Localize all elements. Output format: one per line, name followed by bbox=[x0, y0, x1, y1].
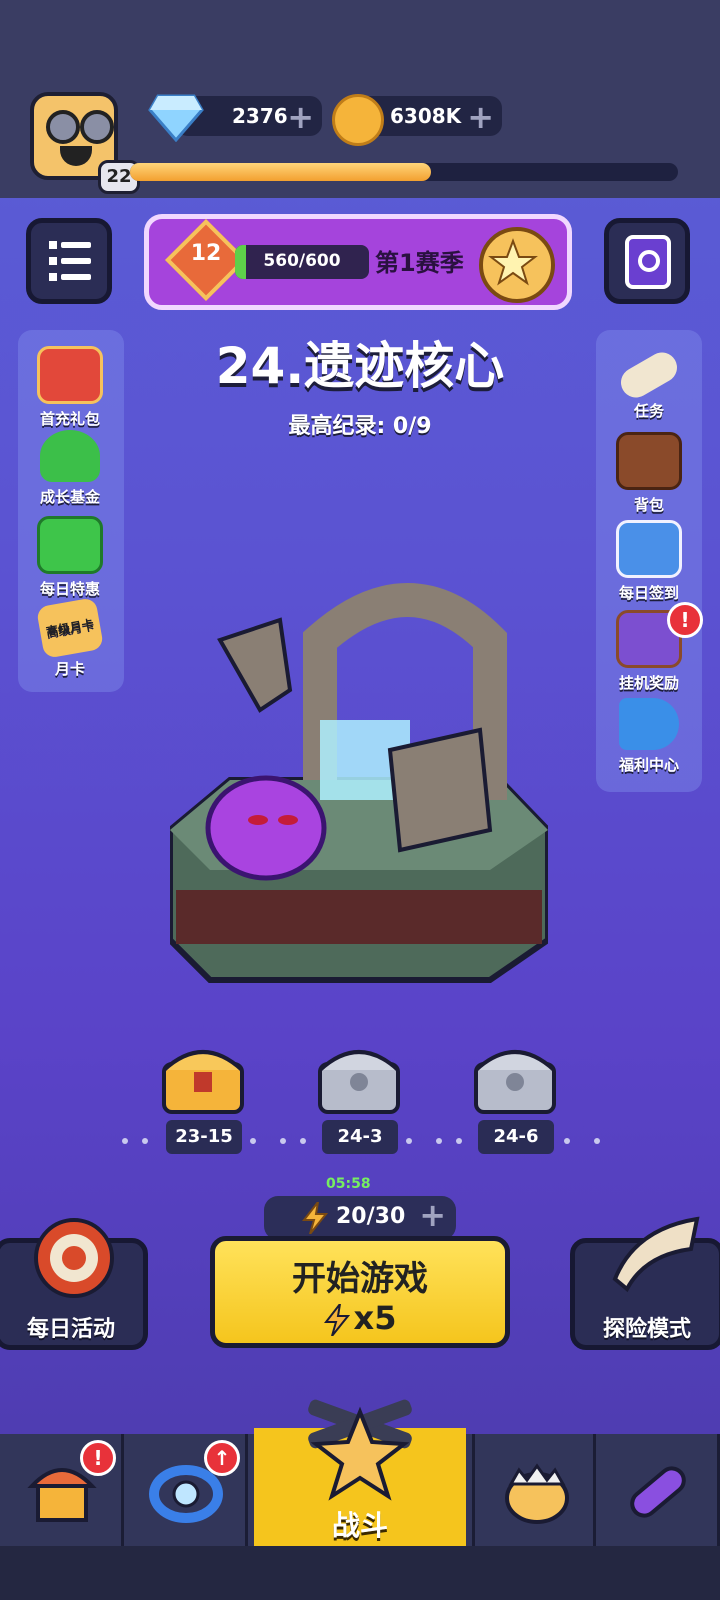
gems-value: 2376 bbox=[232, 104, 288, 128]
book-icon bbox=[625, 235, 671, 289]
add-energy-button[interactable]: + bbox=[419, 1196, 446, 1234]
idle-rewards-label: 挂机奖励 bbox=[618, 674, 679, 692]
welfare-center-label: 福利中心 bbox=[618, 756, 679, 774]
nav-battle-label: 战斗 bbox=[331, 1509, 388, 1542]
menu-button[interactable] bbox=[26, 218, 112, 304]
target-icon bbox=[34, 1218, 114, 1298]
basket-icon bbox=[37, 516, 103, 574]
megaphone-icon bbox=[619, 698, 679, 750]
add-gems-button[interactable]: + bbox=[287, 98, 314, 136]
mouth-icon bbox=[60, 146, 92, 166]
growth-fund-button[interactable]: 成长基金 bbox=[22, 430, 118, 507]
adventure-mode-button[interactable]: 探险模式 bbox=[570, 1216, 720, 1350]
season-progress-text: 560/600 bbox=[263, 251, 341, 271]
growth-fund-label: 成长基金 bbox=[39, 488, 100, 506]
progress-dot bbox=[456, 1138, 462, 1144]
season-level: 12 bbox=[190, 241, 222, 266]
season-pass-banner[interactable]: 12 560/600 第1赛季 bbox=[144, 214, 572, 310]
chest-label-24-3: 24-3 bbox=[322, 1120, 398, 1154]
star-battle-icon bbox=[308, 1399, 412, 1501]
list-icon bbox=[49, 241, 91, 281]
clipboard-icon bbox=[616, 520, 682, 578]
goggle-left-icon bbox=[46, 110, 80, 144]
chest-label-24-6: 24-6 bbox=[478, 1120, 554, 1154]
progress-dot bbox=[406, 1138, 412, 1144]
home-alert-badge: ! bbox=[80, 1440, 116, 1476]
progress-dot bbox=[564, 1138, 570, 1144]
energy-counter: 05:58 20/30 + bbox=[264, 1176, 456, 1240]
progress-dot bbox=[142, 1138, 148, 1144]
daily-activity-label: 每日活动 bbox=[26, 1317, 115, 1342]
progress-dot bbox=[280, 1138, 286, 1144]
backpack-button[interactable]: 背包 bbox=[601, 432, 697, 515]
stage-title: 24.遗迹核心 bbox=[215, 337, 505, 395]
season-progress-bar: 560/600 bbox=[235, 245, 369, 279]
gold-chest-icon[interactable] bbox=[160, 1040, 246, 1116]
adventure-mode-label: 探险模式 bbox=[602, 1317, 691, 1342]
monthly-card-icon: 高级月卡 bbox=[35, 597, 105, 659]
start-game-button[interactable]: 开始游戏 x5 bbox=[210, 1236, 510, 1348]
gold-value: 6308K bbox=[390, 104, 462, 128]
chest-label-23-15: 23-15 bbox=[166, 1120, 242, 1154]
progress-dot bbox=[250, 1138, 256, 1144]
gold-coin-icon bbox=[332, 94, 384, 146]
capsule-icon bbox=[630, 1466, 686, 1518]
start-game-cost-value: x5 bbox=[353, 1299, 397, 1337]
start-game-cost: x5 bbox=[215, 1299, 505, 1337]
xp-progress-bar bbox=[130, 163, 678, 181]
add-gold-button[interactable]: + bbox=[467, 98, 494, 136]
energy-value: 20/30 bbox=[336, 1204, 406, 1229]
system-bottom-bar bbox=[0, 1546, 720, 1600]
daily-deals-label: 每日特惠 bbox=[39, 580, 100, 598]
progress-dot bbox=[300, 1138, 306, 1144]
energy-timer: 05:58 bbox=[326, 1176, 371, 1192]
season-medal-icon bbox=[479, 227, 555, 303]
progress-dot bbox=[594, 1138, 600, 1144]
daily-activity-button[interactable]: 每日活动 bbox=[0, 1218, 148, 1350]
daily-checkin-button[interactable]: 每日签到 bbox=[601, 520, 697, 603]
progress-dot bbox=[436, 1138, 442, 1144]
backpack-label: 背包 bbox=[633, 496, 664, 514]
monthly-card-label: 月卡 bbox=[54, 660, 85, 678]
monthly-card-button[interactable]: 高级月卡 月卡 bbox=[22, 597, 118, 679]
nav-tab-skills[interactable] bbox=[596, 1434, 720, 1546]
welfare-center-button[interactable]: 福利中心 bbox=[601, 698, 697, 775]
goggle-right-icon bbox=[80, 110, 114, 144]
backpack-icon bbox=[616, 432, 682, 490]
diamond-icon bbox=[148, 94, 204, 142]
xp-progress-fill bbox=[130, 163, 432, 181]
codex-book-button[interactable] bbox=[604, 218, 690, 304]
horn-icon bbox=[612, 1216, 700, 1293]
silver-chest-icon-2[interactable] bbox=[472, 1040, 558, 1116]
nav-tab-pets[interactable] bbox=[472, 1434, 596, 1546]
progress-dot bbox=[122, 1138, 128, 1144]
stage-ruins-illustration[interactable] bbox=[170, 580, 548, 1000]
silver-chest-icon[interactable] bbox=[316, 1040, 402, 1116]
best-record: 最高纪录: 0/9 bbox=[288, 414, 432, 439]
lightning-cost-icon bbox=[323, 1303, 350, 1337]
chick-egg-icon bbox=[505, 1463, 569, 1524]
idle-rewards-alert-badge: ! bbox=[667, 602, 703, 638]
daily-checkin-label: 每日签到 bbox=[618, 584, 679, 602]
lightning-icon bbox=[302, 1202, 328, 1234]
season-label: 第1赛季 bbox=[375, 249, 464, 277]
start-game-label: 开始游戏 bbox=[292, 1259, 428, 1299]
equipment-upgrade-badge: ↑ bbox=[204, 1440, 240, 1476]
daily-deals-button[interactable]: 每日特惠 bbox=[22, 516, 118, 599]
nav-tab-battle[interactable]: 战斗 bbox=[254, 1399, 466, 1546]
